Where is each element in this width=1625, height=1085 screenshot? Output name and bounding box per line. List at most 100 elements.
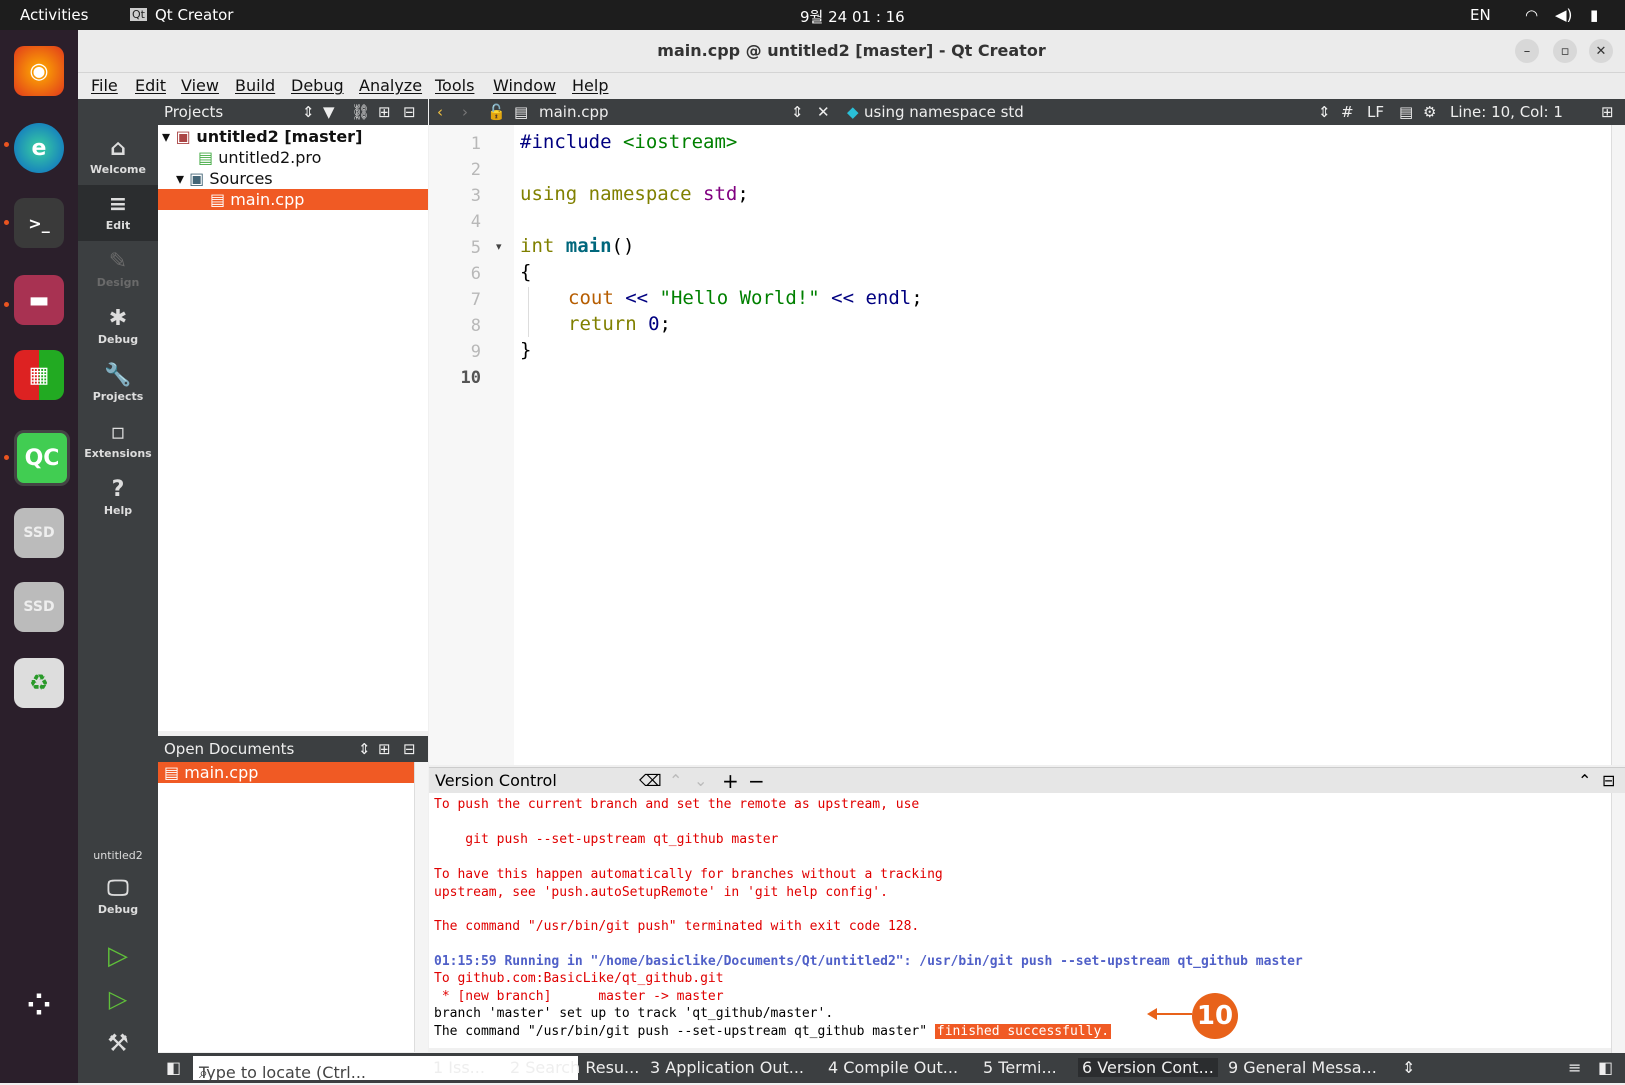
sort-icon[interactable]: ⇕: [358, 740, 371, 758]
kit-selector[interactable]: 🖵 Debug: [78, 869, 158, 925]
output-scrollbar[interactable]: [1611, 793, 1625, 1053]
clear-icon[interactable]: ⌫: [639, 771, 662, 790]
document-selector[interactable]: main.cpp: [539, 103, 609, 121]
tab-compile-output[interactable]: 4 Compile Out...: [828, 1058, 958, 1077]
toggle-sidebar-icon[interactable]: ◧: [166, 1058, 181, 1077]
tab-terminal[interactable]: 5 Termi...: [983, 1058, 1057, 1077]
terminal-icon[interactable]: >_: [14, 198, 64, 248]
window-title-bar[interactable]: main.cpp @ untitled2 [master] - Qt Creat…: [78, 30, 1625, 73]
zoom-out-icon[interactable]: −: [748, 769, 765, 793]
running-indicator: [4, 142, 9, 147]
volume-icon[interactable]: ◀): [1555, 6, 1572, 24]
mode-projects[interactable]: 🔧 Projects: [78, 356, 158, 412]
code-editor[interactable]: #include <iostream> using namespace std;…: [514, 125, 1611, 765]
link-icon[interactable]: ⛓: [351, 103, 370, 121]
close-document-icon[interactable]: ✕: [817, 103, 830, 121]
back-arrow-icon[interactable]: ‹: [437, 103, 443, 121]
output-line: The command "/usr/bin/git push" terminat…: [434, 919, 920, 934]
menu-analyze[interactable]: Analyze: [359, 76, 422, 95]
menu-edit[interactable]: Edit: [135, 76, 166, 95]
mode-welcome[interactable]: ⌂ Welcome: [78, 129, 158, 185]
open-document-item[interactable]: ▤ main.cpp: [158, 762, 414, 783]
tree-item-main-cpp[interactable]: ▤ main.cpp: [158, 189, 428, 210]
zoom-in-icon[interactable]: +: [722, 769, 739, 793]
split-editor-icon[interactable]: ⊞: [1601, 103, 1614, 121]
version-control-title[interactable]: Version Control: [435, 771, 557, 790]
menu-window[interactable]: Window: [493, 76, 556, 95]
projects-title[interactable]: Projects: [164, 103, 223, 121]
line-number: 6: [470, 264, 481, 284]
tab-issues[interactable]: 1 Iss...: [433, 1058, 485, 1077]
qt-creator-icon[interactable]: QC: [14, 430, 70, 486]
document-dropdown-icon[interactable]: ⇕: [791, 103, 804, 121]
split-icon[interactable]: ⊞: [378, 740, 391, 758]
menu-build[interactable]: Build: [235, 76, 275, 95]
tree-item-project[interactable]: ▾ ▣ untitled2 [master]: [162, 126, 362, 147]
close-pane-icon[interactable]: ⊟: [403, 740, 416, 758]
editor-scrollbar[interactable]: [1611, 125, 1625, 765]
firefox-icon[interactable]: ◉: [14, 46, 64, 96]
settings-icon[interactable]: ⚙: [1423, 103, 1436, 121]
battery-icon[interactable]: ▮: [1590, 6, 1598, 24]
maximize-pane-icon[interactable]: ⌃: [1578, 771, 1591, 790]
ssd-drive-icon[interactable]: SSD: [14, 582, 64, 632]
up-icon[interactable]: ⌃: [669, 771, 682, 790]
mode-edit[interactable]: ≡ Edit: [78, 185, 158, 241]
tab-application-output[interactable]: 3 Application Out...: [650, 1058, 804, 1077]
ssd-drive-icon[interactable]: SSD: [14, 508, 64, 558]
menu-view[interactable]: View: [181, 76, 219, 95]
forward-arrow-icon[interactable]: ›: [462, 103, 468, 121]
app-name[interactable]: Qt Creator: [155, 6, 233, 24]
scrollbar[interactable]: [414, 762, 428, 1052]
language-indicator[interactable]: EN: [1470, 6, 1491, 24]
code-line-6: {: [520, 261, 532, 283]
symbol-selector[interactable]: using namespace std: [864, 103, 1024, 121]
menu-file[interactable]: File: [91, 76, 118, 95]
cursor-position[interactable]: Line: 10, Col: 1: [1450, 103, 1563, 121]
more-tabs-icon[interactable]: ⇕: [1402, 1058, 1415, 1077]
close-pane-icon[interactable]: ⊟: [403, 103, 416, 121]
toggle-output-icon[interactable]: ◧: [1598, 1058, 1613, 1077]
trash-icon[interactable]: ♻: [14, 658, 64, 708]
fold-arrow-icon[interactable]: ▾: [496, 240, 502, 253]
tree-item-sources[interactable]: ▾ ▣ Sources: [176, 168, 273, 189]
edge-icon[interactable]: e: [14, 123, 64, 173]
line-ending[interactable]: LF: [1367, 103, 1384, 121]
tab-version-control[interactable]: 6 Version Cont...: [1078, 1058, 1218, 1077]
split-icon[interactable]: ⊞: [378, 103, 391, 121]
menu-tools[interactable]: Tools: [435, 76, 474, 95]
tree-item-pro-file[interactable]: ▤ untitled2.pro: [198, 147, 321, 168]
mode-extensions[interactable]: ▫ Extensions: [78, 413, 158, 469]
minimize-button[interactable]: –: [1515, 39, 1539, 63]
maximize-button[interactable]: ▫: [1553, 39, 1577, 63]
activities-button[interactable]: Activities: [20, 6, 88, 24]
mode-help[interactable]: ? Help: [78, 470, 158, 526]
filter-icon[interactable]: ▼: [323, 103, 335, 121]
outline-icon[interactable]: ▤: [1399, 103, 1413, 121]
sort-icon[interactable]: ⇕: [302, 103, 315, 121]
tab-general-messages[interactable]: 9 General Messa...: [1228, 1058, 1377, 1077]
symbol-dropdown-icon[interactable]: ⇕: [1318, 103, 1331, 121]
down-icon[interactable]: ⌄: [694, 771, 707, 790]
output-line: To push the current branch and set the r…: [434, 797, 920, 812]
cpp-file-icon: ▤: [210, 190, 226, 209]
mode-debug[interactable]: ✱ Debug: [78, 299, 158, 355]
open-documents-title[interactable]: Open Documents: [164, 740, 294, 758]
indent-guide: [528, 287, 529, 337]
running-indicator: [4, 302, 9, 307]
help-icon: ?: [111, 477, 125, 502]
encoding-hash[interactable]: #: [1341, 103, 1354, 121]
menu-help[interactable]: Help: [572, 76, 608, 95]
menu-debug[interactable]: Debug: [291, 76, 344, 95]
wifi-icon[interactable]: ◠: [1525, 6, 1538, 24]
app-grid-blocks-icon[interactable]: ▦: [14, 350, 64, 400]
show-apps-icon[interactable]: ⁘: [14, 980, 64, 1030]
tab-search-results[interactable]: 2 Search Resu...: [510, 1058, 639, 1077]
files-icon[interactable]: ▬: [14, 275, 64, 325]
build-hammer-button[interactable]: ⚒: [78, 1029, 158, 1085]
close-button[interactable]: ✕: [1589, 39, 1613, 63]
close-pane-icon[interactable]: ⊟: [1602, 771, 1615, 790]
version-control-output[interactable]: To push the current branch and set the r…: [429, 793, 1611, 1048]
progress-icon[interactable]: ≡: [1568, 1058, 1581, 1077]
clock[interactable]: 9월 24 01 : 16: [800, 6, 905, 27]
